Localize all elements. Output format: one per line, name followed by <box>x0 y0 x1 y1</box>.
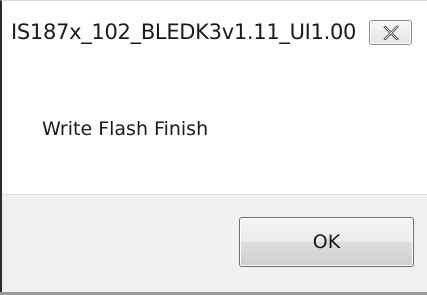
window-title: IS187x_102_BLEDK3v1.11_UI1.00 <box>11 20 357 44</box>
message-dialog: IS187x_102_BLEDK3v1.11_UI1.00 Write Flas… <box>0 0 427 295</box>
title-bar: IS187x_102_BLEDK3v1.11_UI1.00 <box>2 1 427 75</box>
close-button[interactable] <box>369 20 412 45</box>
close-icon <box>383 26 399 40</box>
message-text: Write Flash Finish <box>42 118 209 140</box>
button-area: OK <box>2 194 427 295</box>
ok-button[interactable]: OK <box>239 217 414 267</box>
ok-button-label: OK <box>312 231 341 253</box>
